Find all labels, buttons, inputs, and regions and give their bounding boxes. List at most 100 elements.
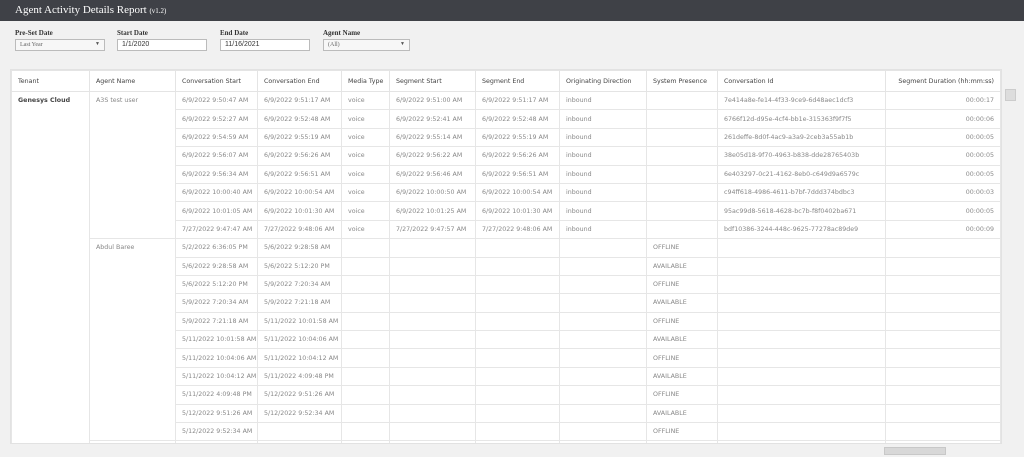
column-header[interactable]: Originating Direction <box>559 70 647 92</box>
table-cell: voice <box>341 109 390 129</box>
column-header[interactable]: Conversation End <box>257 70 342 92</box>
table-cell: 7/27/2022 9:47:57 AM <box>389 219 476 240</box>
table-cell <box>885 385 1001 405</box>
column-header[interactable]: System Presence <box>646 70 718 92</box>
table-cell: 5/6/2022 5:12:20 PM <box>257 256 342 276</box>
table-cell <box>475 293 560 313</box>
chevron-down-icon: ▼ <box>400 42 405 47</box>
table-cell: inbound <box>559 164 647 184</box>
table-cell <box>89 440 176 443</box>
table-cell: 6/9/2022 9:52:27 AM <box>175 109 258 129</box>
table-cell <box>717 311 886 332</box>
table-cell: 6/9/2022 9:51:00 AM <box>389 90 476 111</box>
start-date-filter: Start Date 1/1/2020 <box>117 29 207 51</box>
table-cell: 6/9/2022 9:51:17 AM <box>475 90 560 111</box>
end-date-filter: End Date 11/16/2021 <box>220 29 310 51</box>
table-cell <box>341 440 390 443</box>
table-cell <box>717 366 886 387</box>
table-cell <box>475 256 560 276</box>
table-cell <box>717 256 886 276</box>
table-cell: 5/6/2022 5:12:20 PM <box>175 274 258 295</box>
table-cell <box>389 274 476 295</box>
table-cell <box>559 256 647 276</box>
table-cell <box>475 385 560 405</box>
table-cell: 5/9/2022 7:20:34 AM <box>175 293 258 313</box>
table-cell: 6/9/2022 9:55:19 AM <box>475 127 560 148</box>
table-cell: AVAILABLE <box>646 330 718 350</box>
table-cell: 7/27/2022 9:48:06 AM <box>475 219 560 240</box>
column-header[interactable]: Segment Duration (hh:mm:ss) <box>885 70 1001 92</box>
table-cell <box>646 201 718 221</box>
table-cell <box>389 422 476 442</box>
table-cell: 00:00:03 <box>885 182 1001 203</box>
start-date-input[interactable]: 1/1/2020 <box>117 39 207 51</box>
table-cell <box>717 330 886 350</box>
table-cell <box>646 109 718 129</box>
table-cell: 6/9/2022 9:56:26 AM <box>475 146 560 166</box>
table-cell: 6/9/2022 9:55:14 AM <box>389 127 476 148</box>
table-cell: 5/9/2022 7:21:18 AM <box>257 293 342 313</box>
table-cell <box>646 440 718 443</box>
table-cell: 6/9/2022 9:52:48 AM <box>475 109 560 129</box>
horizontal-scrollbar[interactable] <box>884 447 946 455</box>
table-cell: 5/9/2022 7:20:34 AM <box>257 274 342 295</box>
table-cell: voice <box>341 164 390 184</box>
table-cell <box>475 348 560 368</box>
table-row: Abdul Baree 5/2/2022 6:36:05 PM 5/6/2022 9… <box>12 238 1001 442</box>
table-cell: 5/2/2022 6:36:05 PM <box>175 238 258 258</box>
table-cell: 6/9/2022 9:56:46 AM <box>389 164 476 184</box>
table-cell: 5/12/2022 9:52:34 AM <box>175 422 258 442</box>
column-header[interactable]: Tenant <box>11 70 90 92</box>
tenant-cell: Genesys Cloud <box>11 91 90 443</box>
table-cell: voice <box>341 182 390 203</box>
table-cell <box>341 422 390 442</box>
column-header[interactable]: Conversation Start <box>175 70 258 92</box>
column-header[interactable]: Media Type <box>341 70 390 92</box>
table-cell <box>341 330 390 350</box>
column-header[interactable]: Segment Start <box>389 70 476 92</box>
table-cell: 6/9/2022 9:50:47 AM <box>175 90 258 111</box>
preset-date-filter: Pre-Set Date Last Year ▼ <box>15 29 105 51</box>
column-header[interactable]: Agent Name <box>89 70 176 92</box>
table-cell <box>389 293 476 313</box>
table-header-row: Tenant Agent Name Conversation Start Conver… <box>11 70 1001 92</box>
table-cell <box>559 348 647 368</box>
table-cell <box>646 219 718 240</box>
agent-name-select[interactable]: (All) ▼ <box>323 39 410 51</box>
table-cell: 6/9/2022 10:00:50 AM <box>389 182 476 203</box>
table-cell <box>389 348 476 368</box>
table-cell <box>885 274 1001 295</box>
table-cell: 6e403297-0c21-4162-8eb0-c649d9a6579c <box>717 164 886 184</box>
report-table-container: Tenant Agent Name Conversation Start Conver… <box>10 69 1002 444</box>
table-cell <box>389 311 476 332</box>
vertical-scrollbar[interactable] <box>1005 89 1016 101</box>
table-cell <box>559 385 647 405</box>
table-cell: 5/9/2022 7:21:18 AM <box>175 311 258 332</box>
table-cell: OFFLINE <box>646 311 718 332</box>
table-cell <box>559 403 647 424</box>
table-cell: 6/9/2022 10:01:30 AM <box>475 201 560 221</box>
table-cell <box>559 274 647 295</box>
table-cell: AVAILABLE <box>646 366 718 387</box>
table-cell: 6766f12d-d95e-4cf4-bb1e-315363f9f7f5 <box>717 109 886 129</box>
column-header[interactable]: Conversation Id <box>717 70 886 92</box>
table-cell: inbound <box>559 219 647 240</box>
preset-date-select[interactable]: Last Year ▼ <box>15 39 105 51</box>
table-cell <box>341 311 390 332</box>
table-cell <box>389 330 476 350</box>
end-date-input[interactable]: 11/16/2021 <box>220 39 310 51</box>
table-cell <box>341 348 390 368</box>
agent-name-cell: A3S test user <box>89 90 176 240</box>
table-cell <box>475 311 560 332</box>
table-cell: 6/9/2022 10:01:25 AM <box>389 201 476 221</box>
chevron-down-icon: ▼ <box>95 42 100 47</box>
table-cell: 00:00:09 <box>885 219 1001 240</box>
table-cell <box>885 403 1001 424</box>
table-cell: 6/9/2022 10:00:54 AM <box>475 182 560 203</box>
table-cell <box>389 366 476 387</box>
table-cell <box>475 330 560 350</box>
column-header[interactable]: Segment End <box>475 70 560 92</box>
table-cell: 6/9/2022 9:51:17 AM <box>257 90 342 111</box>
table-cell <box>885 422 1001 442</box>
table-cell: 5/11/2022 10:01:58 AM <box>257 311 342 332</box>
